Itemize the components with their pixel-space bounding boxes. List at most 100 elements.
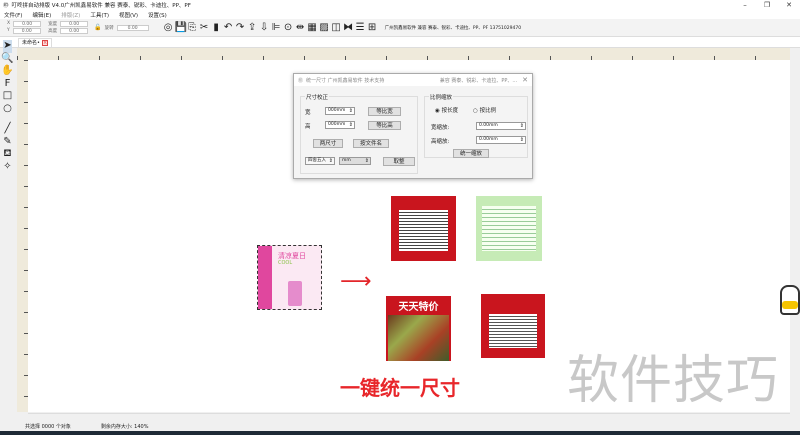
dialog-close-icon[interactable]: ✕ [522,76,528,84]
menu-image-1[interactable] [391,196,456,261]
rotate-input[interactable]: 0.00 [116,24,149,31]
y-label: Y [7,28,10,33]
ellipse-tool-icon[interactable]: ○ [3,103,12,116]
equal-height-button[interactable]: 等比高 [368,121,401,130]
card-subtitle: COOL [278,260,293,266]
restore-button[interactable]: ❐ [756,1,778,9]
height-input[interactable]: 0.00 [60,28,89,34]
menu-tools[interactable]: 工具(T) [90,11,109,19]
title-bar: ㊞ 叮咚拼自动排版 V4.0广州凯鑫易软件 兼容 赛泰、锐彩、卡迪拉、PP、PF… [0,0,800,10]
status-bar: 共选择 0000 个对象 剩余内存大小: 140% [0,421,800,431]
copy-icon[interactable]: ⎘ [187,22,198,33]
fill-tool-icon[interactable]: ⛾ [3,148,11,161]
by-ratio-radio[interactable]: ○ 按比例 [473,106,496,114]
menu-view[interactable]: 视图(V) [119,11,138,19]
tab-document[interactable]: 未命名• × [18,38,52,48]
dialog-title-right: 兼容 赛泰、锐彩、卡迪拉、PP、... [439,77,518,84]
text-tool-icon[interactable]: F [5,78,11,91]
window-title: 叮咚拼自动排版 V4.0广州凯鑫易软件 兼容 赛泰、锐彩、卡迪拉、PP、PF [11,3,191,9]
size-group-label: 尺寸校正 [305,93,330,101]
align-left-icon[interactable]: ⊫ [271,22,282,33]
line-tool-icon[interactable]: ╱ [4,123,10,136]
hand-tool-icon[interactable]: ✋ [1,65,13,78]
lock-icon[interactable]: 🔓 [94,24,101,31]
tab-bar: 未命名• × [0,37,800,48]
close-button[interactable]: ✕ [778,1,800,9]
minimize-button[interactable]: – [734,1,756,9]
by-ratio-label: 按比例 [479,108,497,114]
image-icon[interactable]: ▨ [319,22,330,33]
taskbar [0,431,800,435]
equal-width-button[interactable]: 等比宽 [368,107,401,116]
redo-icon[interactable]: ↷ [235,22,246,33]
stack-icon[interactable]: ☰ [355,22,366,33]
scale-group-label: 比例缩放 [429,93,454,101]
toolbar: X 0.00 Y 0.00 宽度 0.00 高度 0.00 🔓 旋转 0.00 ◎ 💾 … [0,19,800,37]
grid-icon[interactable]: ▦ [307,22,318,33]
tool-palette: ➤ 🔍 ✋ F □ ○ ╱ ✎ ⛾ ✧ [0,40,15,180]
magic-wand-icon[interactable]: ✧ [3,161,11,174]
width-scale-input[interactable]: 0.00mm [476,122,526,130]
by-length-label: 按长度 [441,108,459,114]
menu-image-3[interactable] [481,294,545,358]
two-size-button[interactable]: 两尺寸 [313,139,343,148]
size-group: 尺寸校正 宽 000mm 等比宽 高 000mm 等比高 两尺寸 按文件名 四舍… [300,93,418,174]
unify-size-dialog: ㊞ 统一尺寸 广州凯鑫易软件 技术支持 兼容 赛泰、锐彩、卡迪拉、PP、... … [293,73,533,179]
distribute-icon[interactable]: ⇹ [295,22,306,33]
save-icon[interactable]: 💾 [175,22,187,33]
by-length-radio[interactable]: ◉ 按长度 [435,106,458,114]
import-icon[interactable]: ⇩ [259,22,270,33]
width-label: 宽度 [48,22,58,27]
special-offer-poster[interactable]: 天天特价 [386,296,451,361]
center-icon[interactable]: ⊙ [283,22,294,33]
horizontal-scrollbar[interactable] [28,413,790,421]
unify-scale-button[interactable]: 统一缩放 [453,149,489,158]
zoom-100-icon[interactable]: ◎ [163,22,174,33]
width-scale-label: 宽缩放: [431,125,450,131]
table-icon[interactable]: ⊞ [367,22,378,33]
height-input[interactable]: 000mm [325,121,355,129]
dialog-title: 统一尺寸 广州凯鑫易软件 技术支持 [306,77,385,84]
assistant-robot-icon[interactable] [780,285,800,315]
eyedropper-tool-icon[interactable]: ✎ [3,136,11,149]
menu-file[interactable]: 文件(F) [4,11,22,19]
width-input[interactable]: 0.00 [60,21,89,27]
rectangle-tool-icon[interactable]: □ [3,90,12,103]
mirror-icon[interactable]: ⧓ [343,22,354,33]
vertical-scrollbar[interactable] [790,48,800,413]
toolbar-info: 广州凯鑫易软件 兼容 赛泰、锐彩、卡迪拉、PP、PF 13751029470 [384,25,522,31]
select-tool-icon[interactable]: ➤ [3,40,12,53]
export-icon[interactable]: ⇪ [247,22,258,33]
cut-icon[interactable]: ✂ [199,22,210,33]
close-tab-icon[interactable]: × [41,40,48,46]
menu-image-2[interactable] [476,196,542,261]
height-scale-input[interactable]: 0.00mm [476,136,526,144]
rounding-select[interactable]: 四舍五入 [305,157,335,165]
width-input[interactable]: 000mm [325,107,355,115]
vertical-ruler [17,60,28,412]
source-card-image[interactable]: 清凉夏日 COOL [257,245,322,310]
menu-bar: 文件(F) 编辑(E) 排版(Z) 工具(T) 视图(V) 设置(S) [0,10,800,19]
menu-layout[interactable]: 排版(Z) [61,11,80,19]
paste-icon[interactable]: ▮ [211,22,222,33]
rotate-label: 旋转 [104,25,114,31]
x-input[interactable]: 0.00 [13,21,42,27]
menu-settings[interactable]: 设置(S) [148,11,167,19]
scale-group: 比例缩放 ◉ 按长度 ○ 按比例 宽缩放: 0.00mm 高缩放: 0.00mm… [424,93,528,158]
height-label: 高度 [48,29,58,34]
horizontal-ruler [17,48,790,60]
y-input[interactable]: 0.00 [12,28,41,34]
menu-edit[interactable]: 编辑(E) [32,11,51,19]
layout-icon[interactable]: ◫ [331,22,342,33]
apply-button[interactable]: 取整 [383,157,415,166]
height-label: 高 [305,124,311,130]
unit-select[interactable]: mm [339,157,371,165]
slogan-text: 一键统一尺寸 [340,376,460,400]
height-scale-label: 高缩放: [431,139,450,145]
zoom-tool-icon[interactable]: 🔍 [1,53,13,66]
by-filename-button[interactable]: 按文件名 [353,139,389,148]
x-label: X [7,21,11,26]
width-label: 宽 [305,110,311,116]
dialog-title-bar: ㊞ 统一尺寸 广州凯鑫易软件 技术支持 兼容 赛泰、锐彩、卡迪拉、PP、... … [294,74,532,86]
undo-icon[interactable]: ↶ [223,22,234,33]
